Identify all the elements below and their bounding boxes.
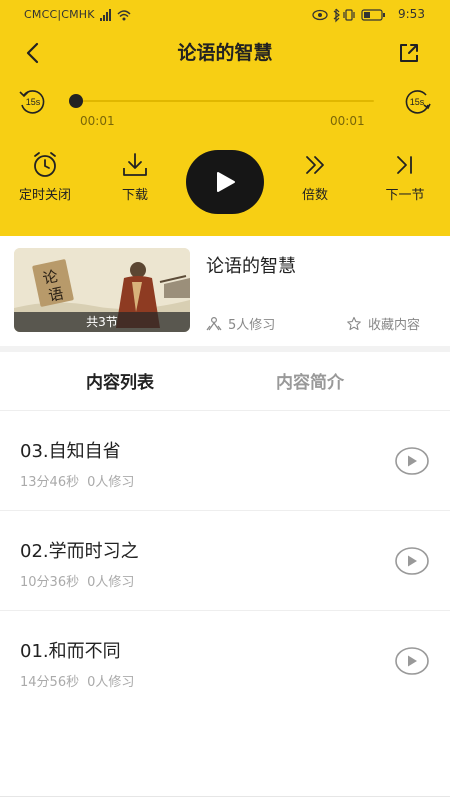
rewind-label: 15s (26, 97, 41, 107)
rewind-15s-button[interactable]: 15s (16, 86, 48, 116)
signal-icon (100, 9, 131, 21)
forward-icon: 15s (405, 90, 431, 114)
item-title: 02.学而时习之 (20, 541, 139, 562)
speed-label: 倍数 (301, 188, 328, 203)
star-icon (347, 316, 361, 330)
item-learners: 0人修习 (87, 575, 135, 590)
play-circle-icon[interactable] (394, 547, 430, 575)
next-section-button[interactable]: 下一节 (370, 150, 440, 203)
item-meta: 10分36秒 0人修习 (20, 571, 134, 590)
current-time: 00:01 (80, 114, 115, 128)
next-section-label: 下一节 (385, 188, 425, 203)
learners-count: 5人修习 (206, 314, 275, 333)
download-label: 下载 (121, 188, 148, 203)
list-item[interactable]: 01.和而不同 14分56秒 0人修习 (0, 611, 450, 711)
bottom-divider (0, 796, 450, 797)
double-chevron-icon (306, 156, 324, 174)
item-duration: 13分46秒 (20, 475, 80, 490)
tab-content-list[interactable]: 内容列表 (86, 368, 154, 393)
favorite-button[interactable]: 收藏内容 (346, 314, 420, 333)
tab-content-intro[interactable]: 内容简介 (276, 368, 344, 393)
forward-label: 15s (410, 97, 425, 107)
item-meta: 13分46秒 0人修习 (20, 471, 134, 490)
play-circle-icon[interactable] (394, 647, 430, 675)
timer-off-button[interactable]: 定时关闭 (10, 150, 80, 203)
carrier-label: CMCC|CMHK (24, 8, 95, 21)
play-icon (217, 172, 235, 192)
timer-off-label: 定时关闭 (18, 188, 71, 203)
people-icon (206, 316, 222, 330)
item-title: 01.和而不同 (20, 641, 121, 662)
status-bar: CMCC|CMHK 9:53 (0, 0, 450, 30)
course-cover[interactable]: 论 语 共3节 (14, 248, 190, 332)
item-learners: 0人修习 (87, 675, 135, 690)
item-meta: 14分56秒 0人修习 (20, 671, 134, 690)
sections-count: 共3节 (14, 312, 190, 332)
skip-next-icon (397, 156, 412, 174)
download-icon (123, 153, 147, 176)
page-title: 论语的智慧 (177, 42, 273, 64)
play-circle-icon[interactable] (394, 447, 430, 475)
course-title: 论语的智慧 (206, 256, 296, 277)
item-learners: 0人修习 (87, 475, 135, 490)
favorite-label: 收藏内容 (368, 318, 421, 333)
clock: 9:53 (398, 7, 425, 21)
alarm-clock-icon (34, 152, 56, 177)
rewind-icon: 15s (19, 90, 45, 114)
item-title: 03.自知自省 (20, 441, 121, 462)
download-button[interactable]: 下载 (100, 150, 170, 203)
progress-track[interactable] (70, 100, 374, 102)
progress-handle[interactable] (69, 94, 83, 108)
speed-button[interactable]: 倍数 (280, 150, 350, 203)
section-divider (0, 346, 450, 352)
list-item[interactable]: 02.学而时习之 10分36秒 0人修习 (0, 511, 450, 611)
play-button[interactable] (186, 150, 264, 214)
item-duration: 14分56秒 (20, 675, 80, 690)
total-time: 00:01 (330, 114, 365, 128)
item-duration: 10分36秒 (20, 575, 80, 590)
share-icon[interactable] (396, 40, 422, 66)
learners-label: 5人修习 (228, 318, 276, 333)
forward-15s-button[interactable]: 15s (402, 86, 434, 116)
system-icons (312, 8, 385, 23)
list-item[interactable]: 03.自知自省 13分46秒 0人修习 (0, 411, 450, 511)
